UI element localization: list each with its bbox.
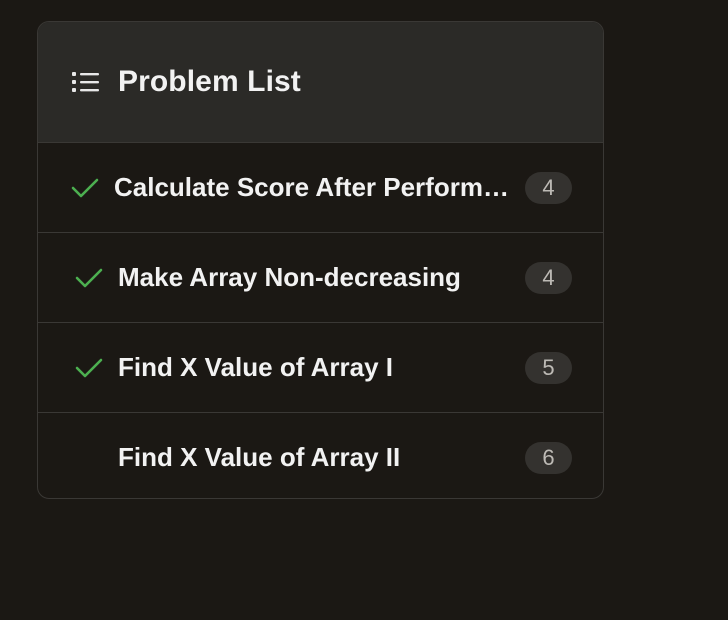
problem-item[interactable]: Find X Value of Array I 5 (38, 322, 603, 412)
problem-title[interactable]: Calculate Score After Performing Instruc… (114, 172, 511, 203)
problem-title[interactable]: Make Array Non-decreasing (118, 262, 513, 293)
problem-item[interactable]: Make Array Non-decreasing 4 (38, 232, 603, 322)
check-icon (71, 178, 99, 197)
count-badge: 4 (525, 261, 572, 294)
problem-list-panel: Problem List Calculate Score After Perfo… (37, 21, 604, 499)
problem-title[interactable]: Find X Value of Array I (118, 352, 513, 383)
count-badge: 5 (525, 351, 572, 384)
count-badge: 6 (525, 441, 572, 474)
problem-list: Calculate Score After Performing Instruc… (38, 142, 603, 498)
problem-item[interactable]: Find X Value of Array II 6 (38, 412, 603, 498)
problem-item[interactable]: Calculate Score After Performing Instruc… (38, 142, 603, 232)
check-icon (75, 268, 103, 287)
panel-title: Problem List (118, 65, 301, 98)
count-badge: 4 (525, 171, 572, 204)
list-icon (72, 68, 102, 96)
panel-header: Problem List (38, 22, 603, 142)
problem-title[interactable]: Find X Value of Array II (118, 442, 513, 473)
check-icon (75, 358, 103, 377)
